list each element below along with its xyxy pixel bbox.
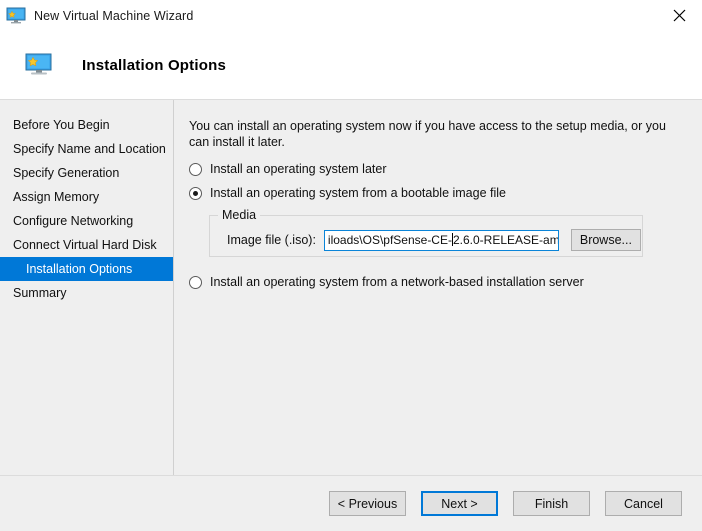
image-file-value-before-caret: iloads\OS\pfSense-CE- bbox=[328, 233, 452, 247]
radio-icon-selected[interactable] bbox=[189, 187, 202, 200]
image-file-input[interactable]: iloads\OS\pfSense-CE-2.6.0-RELEASE-amd64… bbox=[324, 230, 559, 251]
previous-button[interactable]: < Previous bbox=[329, 491, 406, 516]
wizard-body: Before You Begin Specify Name and Locati… bbox=[0, 100, 702, 475]
cancel-button[interactable]: Cancel bbox=[605, 491, 682, 516]
radio-label: Install an operating system from a boota… bbox=[210, 186, 506, 201]
finish-button-label: Finish bbox=[535, 497, 568, 511]
radio-install-later[interactable]: Install an operating system later bbox=[189, 162, 682, 177]
media-group: Media Image file (.iso): iloads\OS\pfSen… bbox=[209, 215, 643, 257]
virtual-machine-icon bbox=[24, 52, 56, 78]
previous-button-label: < Previous bbox=[338, 497, 397, 511]
sidebar-item-label: Assign Memory bbox=[13, 190, 99, 204]
sidebar-item-specify-generation[interactable]: Specify Generation bbox=[0, 161, 173, 185]
cancel-button-label: Cancel bbox=[624, 497, 663, 511]
sidebar-item-configure-networking[interactable]: Configure Networking bbox=[0, 209, 173, 233]
radio-install-from-image[interactable]: Install an operating system from a boota… bbox=[189, 186, 682, 201]
wizard-step-list: Before You Begin Specify Name and Locati… bbox=[0, 100, 173, 475]
browse-button[interactable]: Browse... bbox=[571, 229, 641, 251]
next-button[interactable]: Next > bbox=[421, 491, 498, 516]
virtual-machine-icon bbox=[6, 6, 28, 26]
image-file-label: Image file (.iso): bbox=[227, 233, 316, 247]
sidebar-item-label: Before You Begin bbox=[13, 118, 110, 132]
radio-icon[interactable] bbox=[189, 163, 202, 176]
radio-label: Install an operating system from a netwo… bbox=[210, 275, 584, 290]
titlebar: New Virtual Machine Wizard bbox=[0, 0, 702, 31]
sidebar-item-label: Connect Virtual Hard Disk bbox=[13, 238, 157, 252]
radio-label: Install an operating system later bbox=[210, 162, 386, 177]
sidebar-item-summary[interactable]: Summary bbox=[0, 281, 173, 305]
sidebar-item-assign-memory[interactable]: Assign Memory bbox=[0, 185, 173, 209]
image-file-value-after-caret: 2.6.0-RELEASE-amd64.iso bbox=[453, 233, 559, 247]
window-title: New Virtual Machine Wizard bbox=[34, 9, 193, 23]
new-virtual-machine-wizard-window: New Virtual Machine Wizard Installation … bbox=[0, 0, 702, 531]
finish-button[interactable]: Finish bbox=[513, 491, 590, 516]
sidebar-item-installation-options[interactable]: Installation Options bbox=[0, 257, 173, 281]
radio-install-from-network[interactable]: Install an operating system from a netwo… bbox=[189, 275, 682, 290]
sidebar-item-label: Summary bbox=[13, 286, 66, 300]
intro-text: You can install an operating system now … bbox=[189, 118, 682, 150]
sidebar-item-connect-virtual-hard-disk[interactable]: Connect Virtual Hard Disk bbox=[0, 233, 173, 257]
next-button-label: Next > bbox=[441, 497, 477, 511]
sidebar-item-label: Specify Name and Location bbox=[13, 142, 166, 156]
sidebar-item-before-you-begin[interactable]: Before You Begin bbox=[0, 113, 173, 137]
wizard-footer: < Previous Next > Finish Cancel bbox=[0, 476, 702, 531]
sidebar-item-label: Configure Networking bbox=[13, 214, 133, 228]
browse-button-label: Browse... bbox=[580, 233, 632, 247]
radio-icon[interactable] bbox=[189, 276, 202, 289]
sidebar-item-label: Specify Generation bbox=[13, 166, 119, 180]
sidebar-item-specify-name-and-location[interactable]: Specify Name and Location bbox=[0, 137, 173, 161]
page-header: Installation Options bbox=[0, 31, 702, 99]
media-group-legend: Media bbox=[218, 208, 260, 222]
close-icon[interactable] bbox=[656, 0, 702, 31]
page-title: Installation Options bbox=[82, 57, 226, 74]
sidebar-item-label: Installation Options bbox=[26, 262, 132, 276]
installation-options-panel: You can install an operating system now … bbox=[174, 100, 702, 475]
